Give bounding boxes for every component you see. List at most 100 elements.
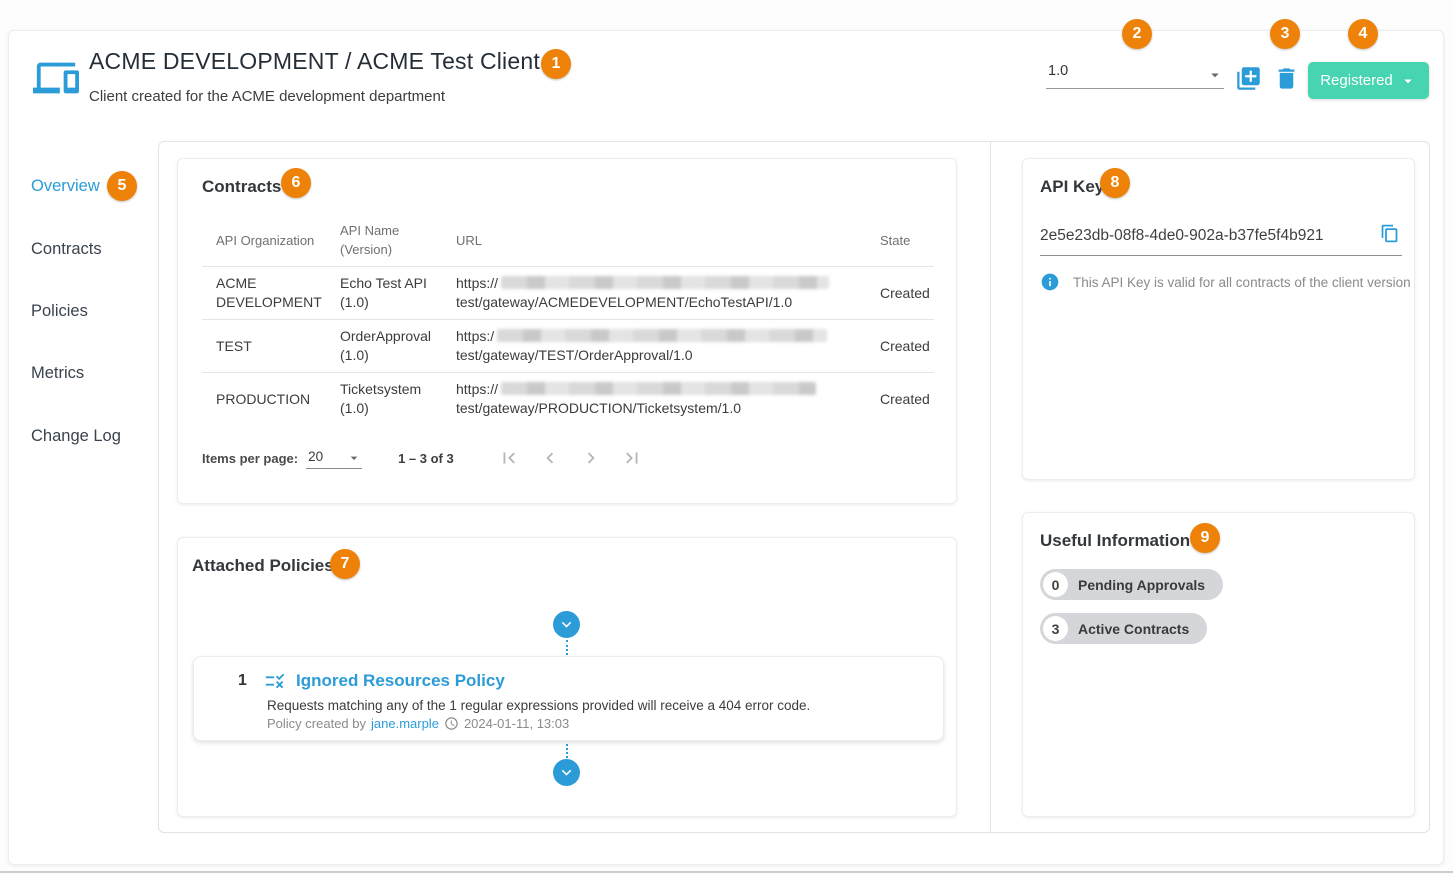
prev-page-button[interactable] (539, 447, 561, 469)
col-api-name-version: API Name(Version) (326, 214, 442, 266)
clock-icon (444, 716, 459, 731)
content-container: Contracts API Organization API Name(Vers… (158, 141, 1430, 833)
policy-meta: Policy created by jane.marple 2024-01-11… (267, 716, 569, 731)
cell-org: PRODUCTION (202, 383, 326, 416)
add-policy-bottom-button[interactable] (553, 759, 580, 786)
api-key-note-row: This API Key is valid for all contracts … (1040, 272, 1411, 292)
prev-page-icon (539, 447, 561, 469)
items-per-page-select[interactable]: 20 (306, 447, 362, 469)
annotation-badge-6: 6 (281, 168, 311, 198)
page-subtitle: Client created for the ACME development … (89, 88, 445, 105)
rule-icon (264, 670, 286, 692)
cell-name: OrderApproval(1.0) (326, 320, 442, 372)
annotation-badge-4: 4 (1348, 19, 1378, 49)
useful-information-title: Useful Information (1040, 531, 1190, 551)
cell-state: Created (866, 330, 934, 363)
redacted-url-segment (497, 329, 827, 342)
sidebar-item-metrics[interactable]: Metrics (31, 364, 84, 383)
annotation-badge-8: 8 (1100, 168, 1130, 198)
col-url: URL (442, 224, 866, 257)
active-contracts-count: 3 (1043, 616, 1068, 641)
policy-index: 1 (238, 672, 247, 690)
copy-api-key-button[interactable] (1379, 223, 1400, 244)
first-page-button[interactable] (498, 447, 520, 469)
version-select-value: 1.0 (1048, 63, 1068, 79)
cell-url: https://test/gateway/PRODUCTION/Ticketsy… (442, 373, 866, 425)
annotation-badge-1: 1 (541, 49, 571, 79)
redacted-url-segment (501, 382, 816, 395)
info-chips: 0 Pending Approvals 3 Active Contracts (1040, 569, 1223, 644)
last-page-button[interactable] (621, 447, 643, 469)
state-dropdown-button[interactable]: Registered (1308, 62, 1429, 99)
table-row: ACME DEVELOPMENT Echo Test API(1.0) http… (202, 266, 934, 319)
chevron-down-icon (1206, 66, 1224, 84)
cell-url: https://test/gateway/ACMEDEVELOPMENT/Ech… (442, 267, 866, 319)
table-row: TEST OrderApproval(1.0) https:/test/gate… (202, 319, 934, 372)
contracts-table: API Organization API Name(Version) URL S… (202, 214, 934, 425)
api-key-note: This API Key is valid for all contracts … (1073, 275, 1411, 290)
policy-description: Requests matching any of the 1 regular e… (267, 698, 810, 713)
api-key-underline (1040, 255, 1402, 256)
policy-author-link[interactable]: jane.marple (371, 716, 439, 731)
active-contracts-label: Active Contracts (1078, 621, 1189, 637)
add-policy-top-button[interactable] (553, 611, 580, 638)
sidebar-item-change-log[interactable]: Change Log (31, 427, 121, 446)
attached-policies-title: Attached Policies (192, 556, 334, 576)
annotation-badge-9: 9 (1190, 523, 1220, 553)
annotation-badge-5: 5 (107, 171, 137, 201)
table-row: PRODUCTION Ticketsystem(1.0) https://tes… (202, 372, 934, 425)
cell-name: Echo Test API(1.0) (326, 267, 442, 319)
copy-plus-icon (1235, 65, 1262, 92)
main-panel: ACME DEVELOPMENT / ACME Test Client Clie… (8, 30, 1444, 865)
api-key-title: API Key (1040, 177, 1104, 197)
contracts-title: Contracts (202, 177, 281, 197)
cell-state: Created (866, 277, 934, 310)
version-select[interactable]: 1.0 (1046, 59, 1224, 89)
policy-created-at: 2024-01-11, 13:03 (464, 716, 569, 731)
contracts-card: Contracts API Organization API Name(Vers… (177, 158, 957, 504)
pending-approvals-chip: 0 Pending Approvals (1040, 569, 1223, 600)
sidebar-item-policies[interactable]: Policies (31, 302, 88, 321)
pagination-range: 1 – 3 of 3 (398, 451, 454, 466)
state-label: Registered (1320, 72, 1393, 89)
flow-connector (566, 640, 568, 655)
client-details-page: ACME DEVELOPMENT / ACME Test Client Clie… (0, 0, 1453, 877)
next-page-button[interactable] (580, 447, 602, 469)
delete-client-button[interactable] (1273, 65, 1300, 92)
cell-org: TEST (202, 330, 326, 363)
column-divider (990, 142, 991, 832)
api-key-card: API Key 2e5e23db-08f8-4de0-902a-b37fe5f4… (1022, 158, 1415, 480)
sidebar-item-overview[interactable]: Overview (31, 177, 100, 196)
new-version-button[interactable] (1235, 65, 1262, 92)
items-per-page-value: 20 (308, 449, 323, 464)
contracts-table-header: API Organization API Name(Version) URL S… (202, 214, 934, 266)
last-page-icon (621, 447, 643, 469)
api-key-value: 2e5e23db-08f8-4de0-902a-b37fe5f4b921 (1040, 227, 1324, 245)
useful-information-card: Useful Information 0 Pending Approvals 3… (1022, 512, 1415, 817)
next-page-icon (580, 447, 602, 469)
policy-created-by-label: Policy created by (267, 716, 366, 731)
chevron-down-icon (1399, 72, 1417, 90)
flow-connector (566, 744, 568, 758)
chevron-down-circle-icon (557, 615, 576, 634)
redacted-url-segment (501, 276, 829, 289)
attached-policies-card: Attached Policies 1 Ignored Resources Po… (177, 537, 957, 817)
cell-org: ACME DEVELOPMENT (202, 267, 326, 319)
pager-controls (498, 447, 643, 469)
pending-approvals-count: 0 (1043, 572, 1068, 597)
policy-name-link[interactable]: Ignored Resources Policy (296, 671, 505, 691)
col-state: State (866, 224, 934, 257)
trash-icon (1273, 65, 1300, 92)
annotation-badge-7: 7 (330, 549, 360, 579)
first-page-icon (498, 447, 520, 469)
pending-approvals-label: Pending Approvals (1078, 577, 1205, 593)
devices-icon (33, 55, 79, 101)
table-pagination: Items per page: 20 1 – 3 of 3 (202, 447, 643, 469)
copy-icon (1379, 223, 1400, 244)
col-api-organization: API Organization (202, 224, 326, 257)
chevron-down-icon (346, 450, 362, 466)
sidebar-item-contracts[interactable]: Contracts (31, 240, 102, 259)
annotation-badge-3: 3 (1270, 19, 1300, 49)
cell-state: Created (866, 383, 934, 416)
page-title: ACME DEVELOPMENT / ACME Test Client (89, 48, 540, 75)
